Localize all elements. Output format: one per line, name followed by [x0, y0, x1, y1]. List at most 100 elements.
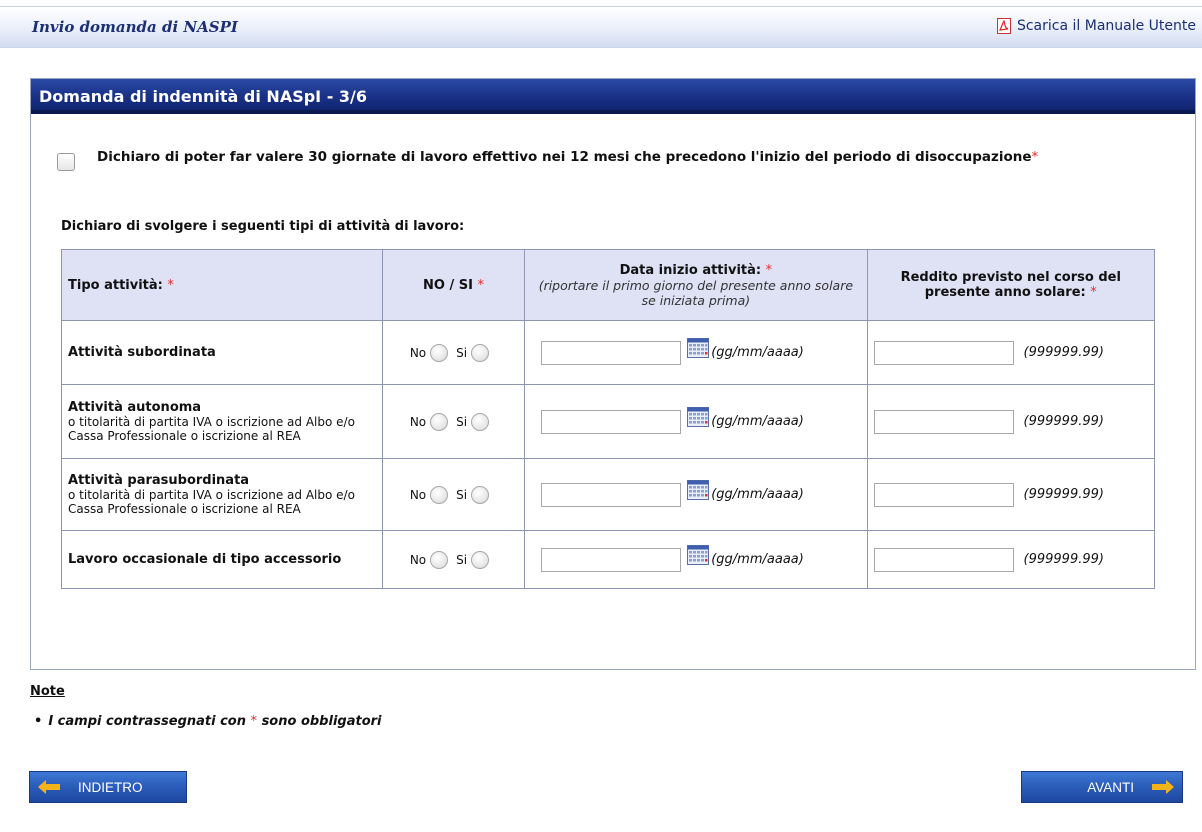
calendar-icon[interactable]: [687, 337, 710, 358]
activity-title: Attività parasubordinata: [68, 473, 250, 488]
activity-cell: Lavoro occasionale di tipo accessorio: [61, 530, 383, 589]
notes-item-after: sono obbligatori: [261, 714, 382, 729]
income-cell: (999999.99): [866, 530, 1156, 589]
start-date-group: (gg/mm/aaaa): [531, 406, 860, 437]
arrow-right-icon: [1144, 772, 1182, 802]
no-si-cell: No Si: [381, 530, 526, 589]
radio-no[interactable]: [430, 412, 449, 431]
activity-title: Attività autonoma: [68, 400, 202, 415]
activity-cell: Attività subordinata: [61, 320, 383, 385]
calendar-icon[interactable]: [687, 479, 710, 500]
header-income-label: Reddito previsto nel corso del presente …: [900, 270, 1121, 300]
page-header-bar: Invio domanda di NASPI Scarica il Manual…: [0, 6, 1202, 48]
required-asterisk: *: [250, 714, 258, 729]
download-manual-label[interactable]: Scarica il Manuale Utente: [1017, 18, 1196, 34]
income-group: (999999.99): [873, 547, 1148, 572]
start-date-input[interactable]: [541, 409, 682, 434]
table-row: Attività autonoma o titolarità di partit…: [61, 384, 1156, 459]
required-asterisk: *: [167, 277, 174, 293]
header-no-si: NO / SI *: [381, 249, 526, 321]
start-date-group: (gg/mm/aaaa): [531, 544, 860, 575]
back-button[interactable]: INDIETRO: [29, 771, 187, 803]
date-format-hint: (gg/mm/aaaa): [711, 552, 804, 567]
required-asterisk: *: [765, 262, 773, 278]
radio-si[interactable]: [471, 412, 490, 431]
header-income: Reddito previsto nel corso del presente …: [866, 249, 1156, 321]
table-header-row: Tipo attività: * NO / SI * Data inizio a…: [61, 249, 1156, 321]
next-button[interactable]: AVANTI: [1021, 771, 1183, 803]
income-input[interactable]: [873, 340, 1014, 365]
activities-table: Tipo attività: * NO / SI * Data inizio a…: [61, 249, 1156, 589]
declaration-row: Dichiaro di poter far valere 30 giornate…: [57, 149, 1169, 171]
activity-description: o titolarità di partita IVA o iscrizione…: [68, 488, 355, 516]
table-row: Attività parasubordinata o titolarità di…: [61, 458, 1156, 531]
declaration-text: Dichiaro di poter far valere 30 giornate…: [97, 149, 1038, 166]
next-button-label[interactable]: AVANTI: [1077, 780, 1144, 795]
start-date-input[interactable]: [541, 547, 682, 572]
no-si-radio-group: No Si: [389, 343, 518, 362]
notes-item-before: I campi contrassegnati con: [48, 714, 246, 729]
start-date-input[interactable]: [541, 482, 682, 507]
radio-si[interactable]: [471, 485, 490, 504]
no-si-cell: No Si: [381, 458, 526, 531]
declaration-checkbox[interactable]: [57, 153, 75, 171]
form-panel: Domanda di indennità di NASpI - 3/6 Dich…: [30, 78, 1196, 670]
activity-cell: Attività autonoma o titolarità di partit…: [61, 384, 383, 459]
activity-description: o titolarità di partita IVA o iscrizione…: [68, 415, 355, 443]
header-start-date-note: (riportare il primo giorno del presente …: [538, 277, 854, 308]
income-cell: (999999.99): [866, 458, 1156, 531]
radio-si-label: Si: [456, 552, 468, 567]
income-input[interactable]: [873, 482, 1014, 507]
header-type-label: Tipo attività:: [68, 277, 163, 293]
radio-no[interactable]: [430, 550, 449, 569]
bullet: •: [34, 714, 43, 729]
income-group: (999999.99): [873, 482, 1148, 507]
calendar-icon[interactable]: [687, 544, 710, 565]
required-asterisk: *: [1090, 285, 1097, 300]
no-si-radio-group: No Si: [389, 550, 518, 569]
declaration-label: Dichiaro di poter far valere 30 giornate…: [97, 149, 1032, 165]
start-date-cell: (gg/mm/aaaa): [524, 384, 868, 459]
radio-no-label: No: [409, 345, 427, 360]
calendar-icon[interactable]: [687, 406, 710, 427]
table-row: Lavoro occasionale di tipo accessorio No…: [61, 530, 1156, 589]
arrow-left-icon: [30, 772, 68, 802]
radio-si-label: Si: [456, 345, 468, 360]
table-row: Attività subordinata No Si (gg/mm/aaaa) …: [61, 320, 1156, 385]
header-start-date: Data inizio attività: * (riportare il pri…: [524, 249, 868, 321]
required-asterisk: *: [477, 277, 484, 293]
radio-si[interactable]: [471, 550, 490, 569]
required-asterisk: *: [1031, 149, 1039, 165]
back-button-label[interactable]: INDIETRO: [68, 780, 153, 795]
income-cell: (999999.99): [866, 384, 1156, 459]
date-format-hint: (gg/mm/aaaa): [711, 487, 804, 502]
income-input[interactable]: [873, 409, 1014, 434]
download-manual-link[interactable]: Scarica il Manuale Utente: [996, 18, 1196, 34]
header-start-date-label: Data inizio attività:: [619, 262, 762, 278]
radio-no[interactable]: [430, 343, 449, 362]
no-si-cell: No Si: [381, 384, 526, 459]
activity-cell: Attività parasubordinata o titolarità di…: [61, 458, 383, 531]
income-format-hint: (999999.99): [1023, 414, 1104, 429]
pdf-icon: [996, 18, 1011, 34]
start-date-cell: (gg/mm/aaaa): [524, 530, 868, 589]
start-date-cell: (gg/mm/aaaa): [524, 320, 868, 385]
activity-title: Lavoro occasionale di tipo accessorio: [68, 552, 342, 567]
income-cell: (999999.99): [866, 320, 1156, 385]
activity-title: Attività subordinata: [68, 345, 216, 360]
income-group: (999999.99): [873, 409, 1148, 434]
start-date-group: (gg/mm/aaaa): [531, 479, 860, 510]
date-format-hint: (gg/mm/aaaa): [711, 414, 804, 429]
radio-no[interactable]: [430, 485, 449, 504]
start-date-input[interactable]: [541, 340, 682, 365]
income-group: (999999.99): [873, 340, 1148, 365]
radio-si-label: Si: [456, 414, 468, 429]
income-input[interactable]: [873, 547, 1014, 572]
start-date-group: (gg/mm/aaaa): [531, 337, 860, 368]
income-format-hint: (999999.99): [1023, 552, 1104, 567]
income-format-hint: (999999.99): [1023, 345, 1104, 360]
radio-si[interactable]: [471, 343, 490, 362]
header-type: Tipo attività: *: [61, 249, 383, 321]
radio-no-label: No: [409, 552, 427, 567]
notes-title: Note: [30, 684, 65, 699]
